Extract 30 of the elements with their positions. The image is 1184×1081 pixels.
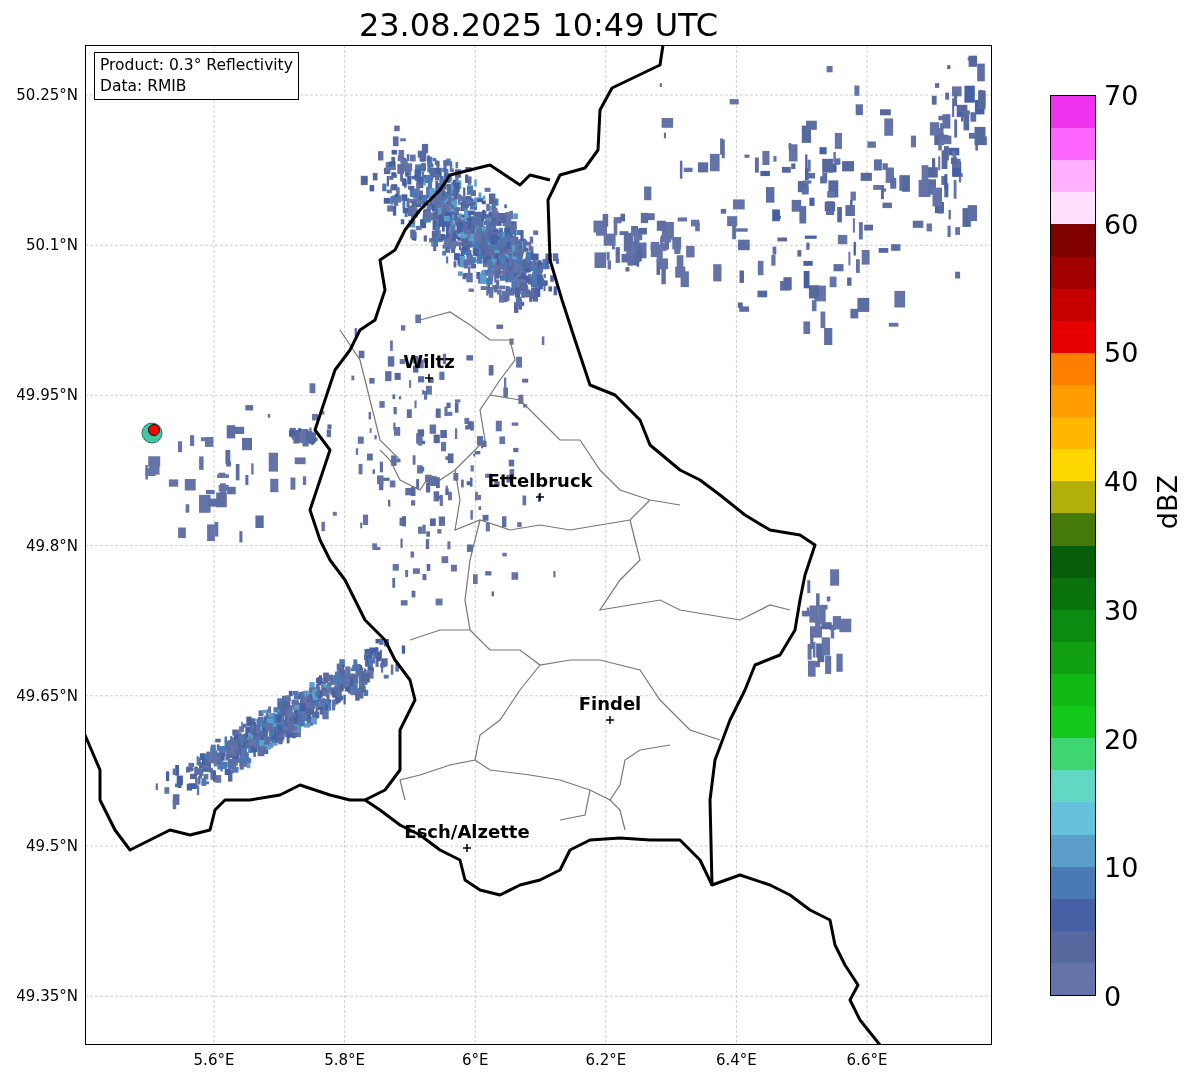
- lat-tick-label: 49.65°N: [16, 686, 78, 705]
- city-marker: [605, 715, 615, 725]
- colorbar-tick-label: 30: [1104, 594, 1139, 626]
- city-label: Findel: [578, 693, 642, 714]
- lon-tick-label: 5.6°E: [193, 1051, 235, 1069]
- lat-tick-label: 49.35°N: [16, 987, 78, 1006]
- lon-tick-label: 5.8°E: [324, 1051, 365, 1069]
- colorbar-tick-label: 60: [1104, 208, 1139, 240]
- colorbar-tick-label: 50: [1104, 336, 1139, 368]
- radar-site-marker: [141, 422, 163, 444]
- lon-tick-label: 6.2°E: [585, 1051, 627, 1069]
- lon-tick-label: 6°E: [461, 1051, 489, 1069]
- city-marker: [462, 843, 472, 853]
- colorbar-tick-label: 20: [1104, 723, 1139, 755]
- lon-tick-label: 6.4°E: [715, 1051, 757, 1069]
- lat-tick-label: 50.25°N: [16, 86, 78, 104]
- colorbar-label: dBZ: [1152, 475, 1183, 530]
- colorbar-tick-label: 70: [1104, 79, 1139, 111]
- city-marker: [424, 373, 434, 383]
- lat-tick-label: 49.8°N: [25, 536, 78, 555]
- lat-tick-label: 49.95°N: [16, 386, 78, 405]
- lat-tick-label: 50.1°N: [25, 236, 78, 255]
- colorbar-tick-label: 10: [1104, 851, 1139, 883]
- chart-title: 23.08.2025 10:49 UTC: [357, 5, 720, 45]
- lon-tick-label: 6.6°E: [846, 1051, 888, 1069]
- lat-tick-label: 49.5°N: [25, 837, 78, 855]
- colorbar-tick-label: 40: [1104, 465, 1139, 497]
- city-marker: [535, 492, 545, 502]
- colorbar-tick-label: 0: [1104, 980, 1122, 1012]
- product-info-label: Product: 0.3° Reflectivity Data: RMIB: [94, 52, 299, 100]
